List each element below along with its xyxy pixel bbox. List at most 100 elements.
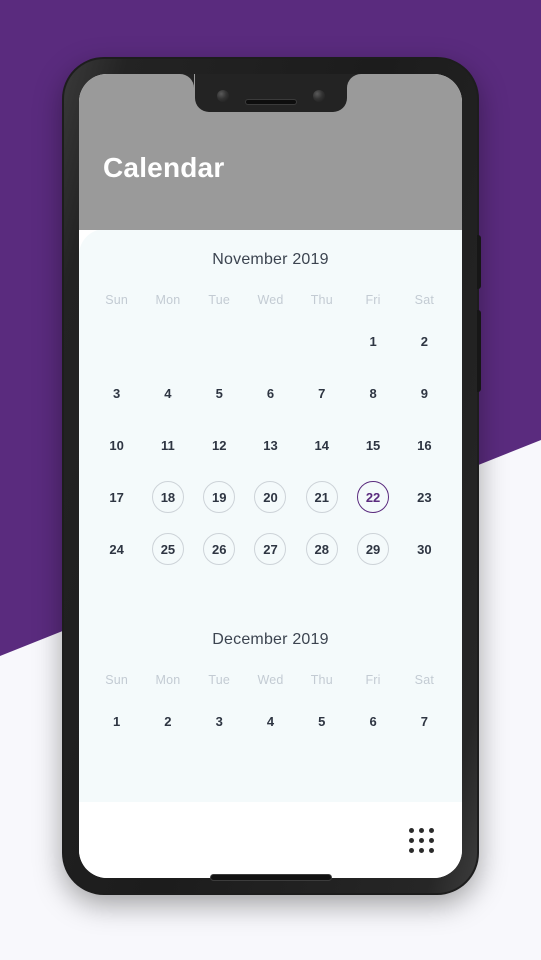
calendar-date-cell[interactable]: 29 bbox=[347, 525, 398, 573]
date-label: 4 bbox=[164, 385, 172, 401]
calendar-date-cell[interactable]: 28 bbox=[296, 525, 347, 573]
date-label: 29 bbox=[357, 533, 390, 565]
calendar-date-cell[interactable]: 16 bbox=[399, 421, 450, 469]
weekday-label: Sat bbox=[414, 293, 435, 307]
calendar-date-cell[interactable]: 24 bbox=[91, 525, 142, 573]
calendar-date-cell[interactable]: 1 bbox=[91, 697, 142, 745]
months-container: November 2019 Sun Mon Tue Wed Thu Fri Sat 1 2 3 4 5 6… bbox=[79, 251, 462, 745]
calendar-date-cell[interactable]: 3 bbox=[91, 369, 142, 417]
date-label: 17 bbox=[109, 489, 124, 505]
calendar-date-cell[interactable]: 20 bbox=[245, 473, 296, 521]
calendar-date-cell[interactable]: 25 bbox=[142, 525, 193, 573]
date-label: 3 bbox=[215, 713, 223, 729]
calendar-empty-cell bbox=[194, 317, 245, 365]
bottom-speaker-grille bbox=[209, 874, 332, 881]
date-label: 12 bbox=[211, 437, 227, 453]
calendar-empty-cell bbox=[142, 317, 193, 365]
date-label: 19 bbox=[203, 481, 236, 513]
calendar-date-cell[interactable]: 2 bbox=[142, 697, 193, 745]
calendar-date-cell[interactable]: 13 bbox=[245, 421, 296, 469]
calendar-date-cell[interactable]: 22 bbox=[347, 473, 398, 521]
phone-notch bbox=[194, 74, 347, 112]
calendar-date-cell[interactable]: 27 bbox=[245, 525, 296, 573]
calendar-date-cell[interactable]: 3 bbox=[194, 697, 245, 745]
month-title: November 2019 bbox=[212, 251, 329, 268]
grid-dots-icon[interactable] bbox=[409, 827, 434, 853]
calendar-date-cell[interactable]: 11 bbox=[142, 421, 193, 469]
weekday-label: Fri bbox=[365, 673, 381, 687]
calendar-date-cell[interactable]: 1 bbox=[347, 317, 398, 365]
date-label: 26 bbox=[203, 533, 236, 565]
calendar-date-cell[interactable]: 23 bbox=[399, 473, 450, 521]
calendar-date-cell[interactable]: 2 bbox=[399, 317, 450, 365]
front-camera-secondary-icon bbox=[312, 90, 325, 102]
notch-corner-right bbox=[347, 74, 361, 88]
calendar-date-cell[interactable]: 19 bbox=[194, 473, 245, 521]
calendar-date-cell[interactable]: 10 bbox=[91, 421, 142, 469]
calendar-empty-cell bbox=[91, 317, 142, 365]
calendar-date-cell[interactable]: 7 bbox=[399, 697, 450, 745]
date-label: 27 bbox=[254, 533, 287, 565]
power-button[interactable] bbox=[477, 235, 481, 289]
date-label: 25 bbox=[151, 533, 184, 565]
grid-dot bbox=[429, 837, 434, 843]
date-label: 16 bbox=[417, 437, 432, 453]
date-label: 8 bbox=[369, 385, 377, 401]
calendar-date-cell[interactable]: 15 bbox=[347, 421, 398, 469]
calendar-week-row: 12 bbox=[79, 317, 462, 365]
calendar-date-cell[interactable]: 14 bbox=[296, 421, 347, 469]
calendar-week-row: 24 25 26 27 28 29 30 bbox=[79, 525, 462, 573]
weekday-label: Sun bbox=[105, 293, 129, 307]
weekday-label: Tue bbox=[208, 293, 231, 307]
calendar-week-row: 17 18 19 20 21 22 23 bbox=[79, 473, 462, 521]
calendar-date-cell[interactable]: 12 bbox=[194, 421, 245, 469]
calendar-week-row: 10 11 12 13 14 15 16 bbox=[79, 421, 462, 469]
calendar-date-cell[interactable]: 21 bbox=[296, 473, 347, 521]
calendar-date-cell[interactable]: 17 bbox=[91, 473, 142, 521]
calendar-date-cell[interactable]: 4 bbox=[142, 369, 193, 417]
date-label bbox=[306, 325, 338, 357]
calendar-date-cell[interactable]: 4 bbox=[245, 697, 296, 745]
date-label: 21 bbox=[305, 481, 338, 513]
date-label bbox=[254, 325, 286, 357]
weekday-header-row: Sun Mon Tue Wed Thu Fri Sat bbox=[79, 287, 462, 313]
weekday-label: Fri bbox=[365, 293, 381, 307]
date-label bbox=[101, 325, 133, 357]
calendar-date-cell[interactable]: 5 bbox=[296, 697, 347, 745]
front-camera-icon bbox=[216, 90, 229, 102]
calendar-date-cell[interactable]: 6 bbox=[245, 369, 296, 417]
weekday-label: Thu bbox=[310, 293, 333, 307]
calendar-date-cell[interactable]: 6 bbox=[347, 697, 398, 745]
weekday-label: Sat bbox=[414, 673, 435, 687]
bottom-bar bbox=[79, 802, 462, 878]
date-label: 6 bbox=[266, 385, 275, 401]
date-label: 7 bbox=[420, 713, 428, 729]
calendar-date-cell[interactable]: 8 bbox=[347, 369, 398, 417]
date-label: 1 bbox=[113, 713, 121, 729]
date-label: 13 bbox=[263, 437, 278, 453]
phone-screen: Calendar November 2019 Sun Mon Tue Wed Thu Fri… bbox=[79, 74, 462, 878]
calendar-date-cell[interactable]: 18 bbox=[142, 473, 193, 521]
date-label bbox=[203, 325, 235, 357]
date-label: 20 bbox=[254, 481, 287, 513]
grid-dot bbox=[429, 827, 434, 833]
calendar-date-cell[interactable]: 30 bbox=[399, 525, 450, 573]
grid-dot bbox=[409, 847, 414, 853]
calendar-date-cell[interactable]: 7 bbox=[296, 369, 347, 417]
date-label: 28 bbox=[305, 533, 338, 565]
date-label bbox=[152, 325, 184, 357]
volume-button[interactable] bbox=[477, 310, 481, 392]
calendar-date-cell[interactable]: 5 bbox=[194, 369, 245, 417]
date-label: 10 bbox=[109, 437, 124, 453]
grid-dot bbox=[409, 837, 414, 843]
date-label: 18 bbox=[151, 481, 184, 513]
calendar-date-cell[interactable]: 26 bbox=[194, 525, 245, 573]
date-label: 4 bbox=[266, 713, 275, 729]
grid-dot bbox=[419, 837, 424, 843]
page-title: Calendar bbox=[103, 152, 225, 183]
date-label: 1 bbox=[369, 333, 377, 349]
date-label: 3 bbox=[113, 385, 121, 401]
calendar-date-cell[interactable]: 9 bbox=[399, 369, 450, 417]
date-label: 6 bbox=[369, 713, 377, 729]
weekday-header-row: Sun Mon Tue Wed Thu Fri Sat bbox=[79, 667, 462, 693]
